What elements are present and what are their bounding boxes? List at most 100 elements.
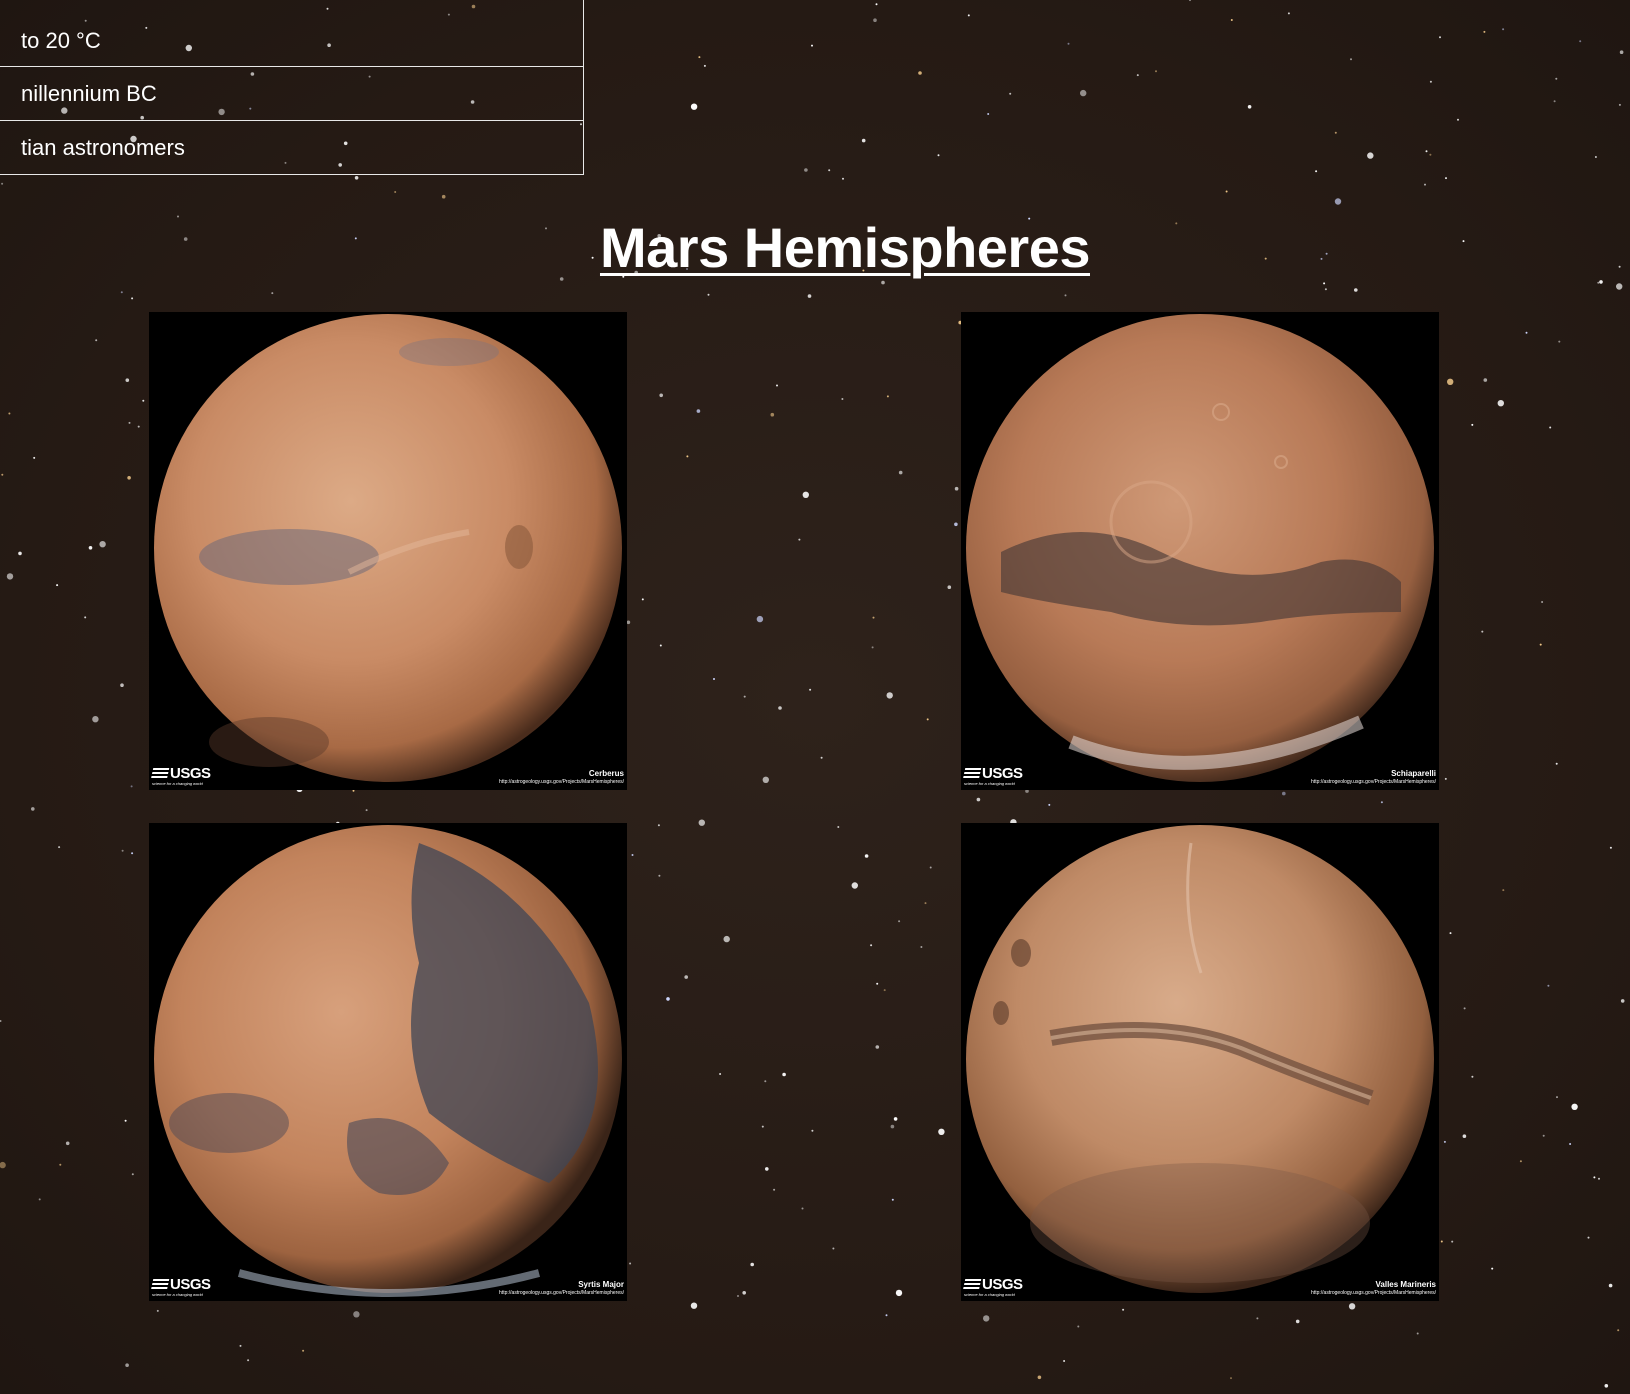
star	[954, 486, 959, 491]
star	[88, 546, 93, 550]
star	[1443, 1140, 1446, 1143]
star	[967, 14, 970, 17]
star	[120, 683, 124, 687]
star	[1598, 1177, 1600, 1180]
star	[1155, 70, 1157, 73]
star	[131, 852, 134, 855]
star	[666, 997, 670, 1001]
star	[976, 797, 981, 802]
hemisphere-url: http://astrogeology.usgs.gov/Projects/Ma…	[499, 1290, 624, 1296]
hemisphere-image-syrtis-major[interactable]: USGS science for a changing world Syrtis…	[149, 823, 627, 1301]
usgs-tagline: science for a changing world	[964, 1292, 1015, 1297]
hemisphere-caption: Schiaparelli http://astrogeology.usgs.go…	[1311, 769, 1436, 786]
star	[750, 1262, 754, 1267]
star	[926, 718, 929, 721]
star	[1593, 1176, 1596, 1179]
star	[1483, 30, 1486, 33]
star	[841, 398, 844, 400]
star	[1457, 118, 1459, 121]
mars-globe-image	[154, 825, 622, 1297]
star	[33, 456, 36, 459]
star	[394, 191, 397, 193]
star	[1491, 1267, 1494, 1270]
hemisphere-image-valles-marineris[interactable]: USGS science for a changing world Valles…	[961, 823, 1439, 1301]
star	[95, 339, 98, 342]
hemisphere-name: Syrtis Major	[578, 1280, 624, 1289]
hemisphere-url: http://astrogeology.usgs.gov/Projects/Ma…	[499, 779, 624, 785]
star	[876, 982, 879, 985]
star	[1541, 601, 1544, 603]
star	[807, 294, 812, 298]
star	[1009, 92, 1012, 95]
star	[1230, 19, 1233, 21]
page: to 20 °C nillennium BC tian astronomers …	[0, 0, 1630, 1394]
facts-cell: tian astronomers	[0, 120, 584, 175]
star	[885, 1314, 888, 1317]
star	[1445, 177, 1447, 180]
star	[1334, 198, 1342, 205]
star	[1587, 1236, 1590, 1239]
star	[629, 1262, 632, 1265]
star	[1555, 77, 1558, 80]
star	[1481, 630, 1484, 633]
star	[1424, 183, 1426, 186]
star	[1549, 426, 1552, 429]
star	[1462, 1134, 1467, 1138]
hemisphere-caption: Syrtis Major http://astrogeology.usgs.go…	[499, 1280, 624, 1297]
star	[130, 785, 133, 788]
star	[837, 826, 840, 828]
usgs-logo-text: USGS	[170, 765, 211, 782]
star	[707, 293, 710, 296]
mars-facts-table: to 20 °C nillennium BC tian astronomers	[0, 0, 584, 175]
star	[684, 975, 688, 979]
star	[801, 1207, 804, 1210]
star	[737, 1295, 739, 1297]
star	[121, 849, 124, 852]
star	[1539, 643, 1542, 646]
star	[864, 854, 869, 858]
star	[883, 989, 886, 992]
hemisphere-image-schiaparelli[interactable]: USGS science for a changing world Schiap…	[961, 312, 1439, 790]
usgs-logo: USGS science for a changing world	[150, 1277, 211, 1297]
hemisphere-image-cerberus[interactable]: USGS science for a changing world Cerber…	[149, 312, 627, 790]
star	[1334, 131, 1337, 134]
star	[1525, 331, 1528, 334]
star	[353, 1311, 360, 1318]
star	[898, 470, 903, 475]
star	[703, 64, 706, 67]
star	[924, 902, 927, 905]
star	[1063, 1360, 1066, 1362]
star	[1447, 378, 1454, 385]
usgs-logo-text: USGS	[982, 1276, 1023, 1293]
star	[938, 1128, 945, 1136]
star	[1618, 103, 1621, 106]
star	[1323, 282, 1326, 285]
star	[1247, 105, 1252, 109]
usgs-waves-icon	[962, 1278, 982, 1291]
star	[1367, 152, 1374, 159]
star	[804, 168, 808, 172]
star	[1483, 378, 1488, 382]
star	[1463, 1007, 1466, 1010]
star	[365, 809, 368, 812]
star	[1, 182, 4, 185]
star	[354, 176, 359, 180]
star	[776, 384, 778, 387]
star	[125, 378, 130, 383]
star	[1324, 288, 1327, 291]
star	[1122, 1308, 1125, 1311]
star	[1416, 1332, 1419, 1335]
star	[851, 882, 858, 889]
star	[1604, 1384, 1609, 1388]
star	[657, 824, 660, 827]
mars-globe-image	[154, 314, 622, 782]
star	[1579, 40, 1582, 43]
usgs-tagline: science for a changing world	[152, 1292, 203, 1297]
star	[142, 399, 145, 402]
star	[782, 1072, 786, 1077]
star	[875, 1045, 880, 1049]
star	[124, 1119, 127, 1122]
star	[1440, 1240, 1443, 1243]
star	[1569, 1143, 1572, 1145]
usgs-waves-icon	[150, 767, 170, 780]
